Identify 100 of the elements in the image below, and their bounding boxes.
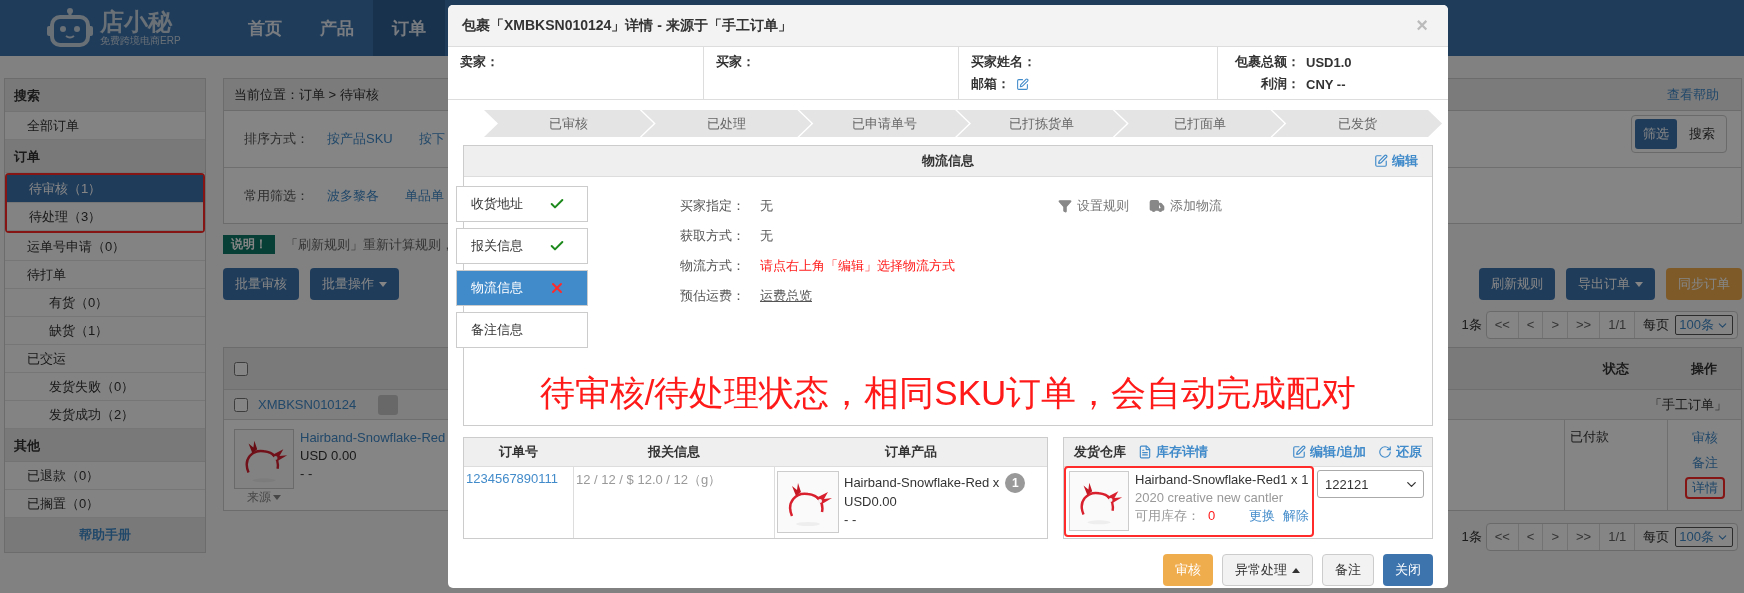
help-link[interactable]: 帮助手册 <box>5 518 205 552</box>
page-button[interactable]: 1/1 <box>1600 312 1636 338</box>
progress-step: 已打面单 <box>1114 110 1285 137</box>
edit-icon <box>1374 154 1388 168</box>
caret-icon <box>1635 281 1643 287</box>
restore-link[interactable]: 还原 <box>1378 443 1422 461</box>
filter-label: 常用筛选： <box>244 186 309 205</box>
filter-icon <box>1058 199 1072 213</box>
info-value: USD1.0 <box>1306 54 1352 70</box>
dialog-button[interactable]: 异常处理 <box>1222 554 1313 586</box>
dialog-button[interactable]: 关闭 <box>1383 554 1433 586</box>
edit-link[interactable]: 编辑/追加 <box>1292 443 1366 461</box>
info-value: CNY -- <box>1306 76 1346 92</box>
section-tab[interactable]: 物流信息 <box>456 270 588 306</box>
annotation-text: 待审核/待处理状态，相同SKU订单，会自动完成配对 <box>538 372 1358 414</box>
section-title: 订单 <box>5 140 205 173</box>
nav-item[interactable]: 首页 <box>229 0 301 56</box>
column-header: 状态 <box>1601 359 1630 378</box>
product-extra: - - <box>844 511 858 529</box>
section-tab[interactable]: 备注信息 <box>456 312 588 348</box>
package-link[interactable]: XMBKSN010124 <box>258 397 357 412</box>
item-action-link[interactable]: 更换 <box>1249 507 1275 525</box>
fee-link[interactable]: 运费总览 <box>760 287 812 305</box>
info-label: 邮箱： <box>971 75 1010 93</box>
action-button[interactable]: 导出订单 <box>1566 268 1655 300</box>
edit-link[interactable]: 编辑 <box>1374 152 1418 170</box>
nav-item[interactable]: 订单 <box>373 0 445 56</box>
order-source: 「手工订单」 <box>1649 395 1727 414</box>
action-button[interactable]: 批量操作 <box>310 268 399 300</box>
action-link[interactable]: 审核 <box>1684 427 1725 449</box>
page-button[interactable]: << <box>1486 312 1519 338</box>
field-value: 请点右上角「编辑」选择物流方式 <box>760 257 955 275</box>
cross-icon <box>549 280 565 296</box>
logo-name: 店小秘 <box>100 9 174 35</box>
status-cell: 已付款 <box>1564 420 1667 510</box>
info-label: 买家姓名： <box>971 53 1036 71</box>
field-label: 获取方式： <box>680 227 746 245</box>
total-count: 1条 <box>1461 316 1482 334</box>
filter-option[interactable]: 单品单 <box>405 186 444 205</box>
document-icon <box>1138 445 1152 459</box>
column-header: 订单产品 <box>883 443 938 461</box>
caret-icon <box>1292 567 1300 573</box>
page-button[interactable]: >> <box>1568 524 1601 550</box>
column-header: 报关信息 <box>646 443 701 461</box>
section-tab[interactable]: 收货地址 <box>456 186 588 222</box>
progress-step: 已审核 <box>484 110 654 137</box>
filter-option[interactable]: 按下 <box>418 130 445 148</box>
dialog-button[interactable]: 备注 <box>1322 554 1374 586</box>
caret-icon <box>273 495 281 500</box>
tool-link[interactable]: 添加物流 <box>1149 197 1222 215</box>
filter-option[interactable]: 波多黎各 <box>327 186 379 205</box>
info-label: 买家： <box>716 53 755 71</box>
page-button[interactable]: < <box>1518 524 1544 550</box>
action-button[interactable]: 刷新规则 <box>1479 268 1555 300</box>
edit-icon <box>1292 445 1307 459</box>
progress-step: 已处理 <box>641 110 812 137</box>
notice-badge: 说明！ <box>223 235 275 254</box>
stock-link[interactable]: 库存详情 <box>1138 443 1208 461</box>
page-button[interactable]: > <box>1543 524 1569 550</box>
per-page-select[interactable]: 100条 <box>1675 315 1733 335</box>
stock-label: 可用库存： <box>1135 507 1200 525</box>
info-label: 利润： <box>1260 75 1300 93</box>
panel-title: 物流信息 <box>922 152 974 170</box>
filter-option[interactable]: 按产品SKU <box>327 130 393 148</box>
action-link[interactable]: 备注 <box>1684 452 1725 474</box>
close-button[interactable]: × <box>1410 13 1434 38</box>
section-tab[interactable]: 报关信息 <box>456 228 588 264</box>
help-link[interactable]: 查看帮助 <box>1667 85 1731 104</box>
info-label: 卖家： <box>460 53 499 71</box>
action-button[interactable]: 批量审核 <box>223 268 299 300</box>
product-extra: - - <box>300 465 314 483</box>
field-label: 预估运费： <box>680 287 746 305</box>
tool-link[interactable]: 设置规则 <box>1058 197 1129 215</box>
warehouse-select[interactable]: 122121 <box>1317 470 1424 498</box>
mode-tab[interactable]: 筛选 <box>1635 119 1677 149</box>
per-page-select[interactable]: 100条 <box>1675 527 1733 547</box>
page-button[interactable]: >> <box>1568 312 1601 338</box>
mode-tab[interactable]: 搜索 <box>1681 119 1723 149</box>
product-name[interactable]: Hairband-Snowflake-Red <box>300 429 446 447</box>
progress-step: 已申请单号 <box>799 110 969 137</box>
page-button[interactable]: > <box>1543 312 1569 338</box>
per-page-label: 每页 <box>1642 528 1671 546</box>
page-button[interactable]: 1/1 <box>1600 524 1636 550</box>
checkbox[interactable] <box>234 397 248 412</box>
dialog-button[interactable]: 审核 <box>1163 554 1213 586</box>
progress-step: 已打拣货单 <box>957 110 1127 137</box>
checkbox[interactable] <box>234 361 248 376</box>
page-button[interactable]: < <box>1518 312 1544 338</box>
page-button[interactable]: << <box>1486 524 1519 550</box>
item-action-link[interactable]: 解除 <box>1283 507 1309 525</box>
dialog-title: 包裹「XMBKSN010124」详情 - 来源于「手工订单」 <box>462 16 792 35</box>
action-button[interactable]: 同步订单 <box>1666 268 1742 300</box>
action-link[interactable]: 详情 <box>1684 477 1725 499</box>
nav-item[interactable]: 产品 <box>301 0 373 56</box>
edit-icon[interactable] <box>1016 77 1029 91</box>
section-title: 搜索 <box>5 79 205 112</box>
per-page-label: 每页 <box>1642 316 1671 334</box>
sidebar-item[interactable]: 待审核（1） <box>7 175 203 203</box>
order-link[interactable]: 1234567890111 <box>466 471 559 534</box>
breadcrumb-label: 当前位置： <box>234 85 299 104</box>
